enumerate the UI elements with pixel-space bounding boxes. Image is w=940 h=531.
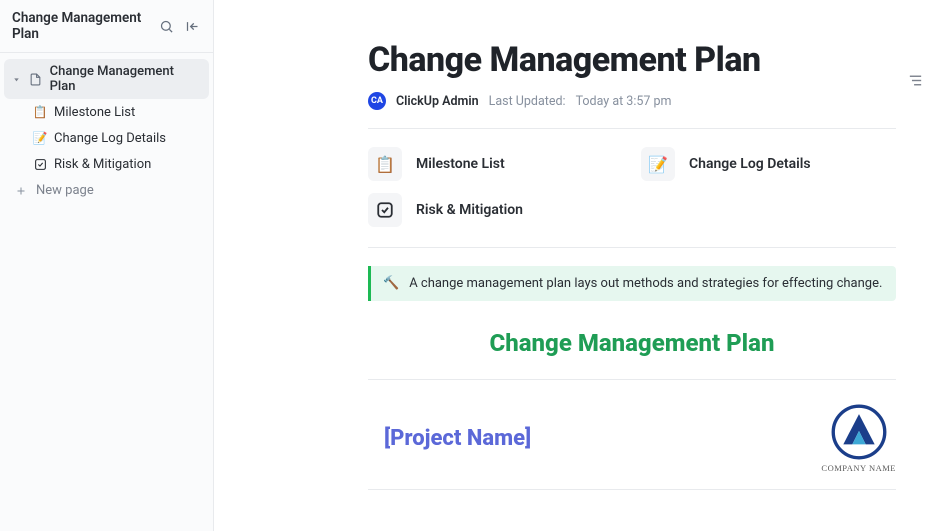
clipboard-icon: 📋 (368, 147, 402, 181)
subpage-label: Risk & Mitigation (416, 202, 523, 218)
collapse-sidebar-icon[interactable] (183, 17, 201, 35)
search-icon[interactable] (157, 17, 175, 35)
meta-row: CA ClickUp Admin Last Updated: Today at … (368, 92, 896, 110)
page-icon (28, 71, 44, 87)
checkbox-icon (368, 193, 402, 227)
company-logo: COMPANY NAME (821, 404, 896, 473)
logo-icon (831, 404, 887, 460)
sidebar-item-label: Milestone List (54, 105, 135, 120)
hammer-icon: 🔨 (383, 276, 399, 291)
sidebar-item-label: Risk & Mitigation (54, 157, 151, 172)
main: Change Management Plan CA ClickUp Admin … (214, 0, 940, 531)
company-name: COMPANY NAME (821, 463, 896, 473)
new-page-button[interactable]: New page (0, 177, 213, 204)
project-row: [Project Name] COMPANY NAME (368, 398, 896, 479)
memo-icon: 📝 (32, 130, 48, 146)
page-title[interactable]: Change Management Plan (368, 40, 896, 80)
subpage-label: Milestone List (416, 156, 505, 172)
divider (368, 489, 896, 490)
outline-icon[interactable] (907, 72, 924, 93)
sidebar-header: Change Management Plan (0, 0, 213, 53)
sidebar-header-actions (157, 17, 201, 35)
subpage-changelog[interactable]: 📝 Change Log Details (641, 147, 896, 181)
checkbox-icon (32, 156, 48, 172)
divider (368, 247, 896, 248)
author-name[interactable]: ClickUp Admin (396, 94, 479, 109)
subpages-grid: 📋 Milestone List 📝 Change Log Details Ri… (368, 147, 896, 227)
chevron-down-icon[interactable] (12, 75, 22, 84)
new-page-label: New page (36, 183, 94, 198)
sidebar: Change Management Plan (0, 0, 214, 531)
subpage-milestone[interactable]: 📋 Milestone List (368, 147, 623, 181)
callout-text: A change management plan lays out method… (409, 276, 882, 291)
sidebar-item-risk[interactable]: Risk & Mitigation (4, 151, 209, 177)
divider (368, 128, 896, 129)
clipboard-icon: 📋 (32, 104, 48, 120)
memo-icon: 📝 (641, 147, 675, 181)
callout[interactable]: 🔨 A change management plan lays out meth… (368, 266, 896, 301)
divider (368, 379, 896, 380)
sidebar-item-label: Change Log Details (54, 131, 166, 146)
sidebar-item-milestone[interactable]: 📋 Milestone List (4, 99, 209, 125)
sidebar-title: Change Management Plan (12, 10, 157, 42)
content: Change Management Plan CA ClickUp Admin … (324, 0, 940, 531)
plus-icon (14, 184, 28, 198)
section-heading[interactable]: Change Management Plan (368, 329, 896, 357)
sidebar-tree: Change Management Plan 📋 Milestone List … (0, 53, 213, 177)
subpage-label: Change Log Details (689, 156, 811, 172)
sidebar-item-label: Change Management Plan (50, 64, 201, 94)
updated-value: Today at 3:57 pm (576, 94, 672, 109)
sidebar-item-changelog[interactable]: 📝 Change Log Details (4, 125, 209, 151)
updated-label: Last Updated: (489, 94, 566, 109)
avatar[interactable]: CA (368, 92, 386, 110)
project-name-placeholder[interactable]: [Project Name] (384, 426, 531, 451)
subpage-risk[interactable]: Risk & Mitigation (368, 193, 623, 227)
sidebar-item-root[interactable]: Change Management Plan (4, 59, 209, 99)
